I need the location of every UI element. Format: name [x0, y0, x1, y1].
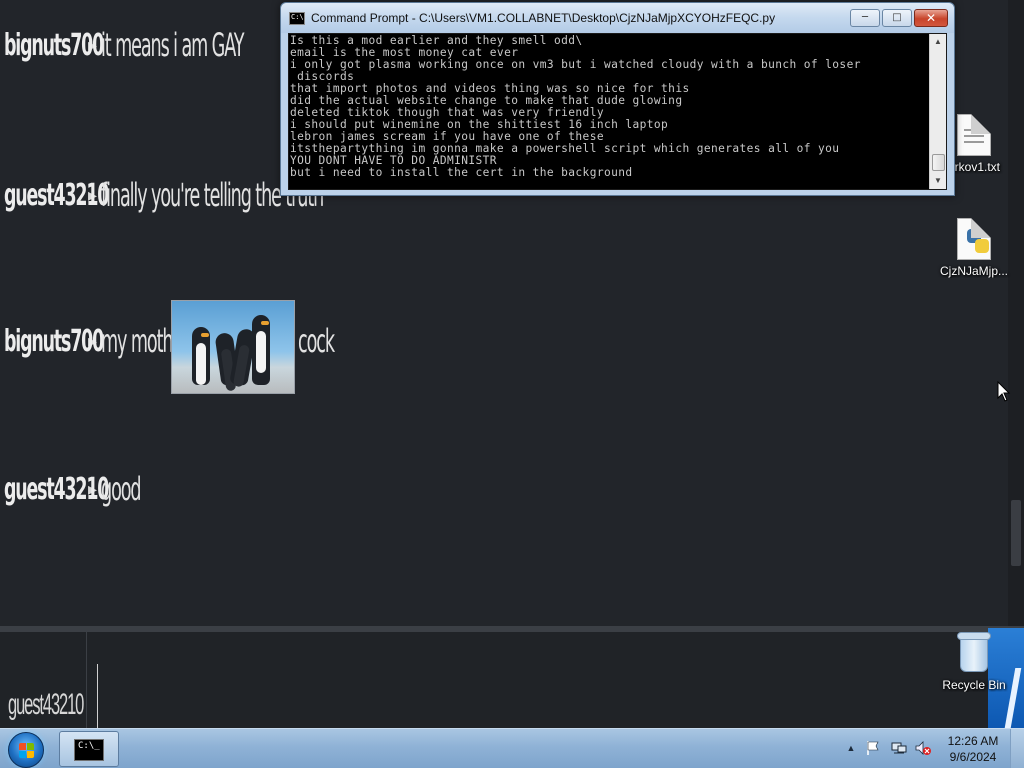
windows-logo-icon: [19, 743, 35, 759]
message-username: guest43210: [4, 177, 109, 213]
window-titlebar[interactable]: C:\ Command Prompt - C:\Users\VM1.COLLAB…: [281, 3, 954, 33]
command-prompt-icon: C:\: [289, 12, 305, 25]
maximize-button[interactable]: □: [882, 9, 912, 27]
chat-input-bar[interactable]: [0, 626, 1024, 730]
message-username: bignuts700: [4, 27, 104, 63]
console-lines: Is this a mod earlier and they smell odd…: [290, 35, 930, 179]
message-username: bignuts700: [4, 323, 104, 359]
message-username: guest43210: [4, 471, 109, 507]
message-text: good: [101, 470, 142, 508]
recycle-bin-icon: [957, 630, 991, 674]
text-caret: [97, 664, 98, 728]
input-username: guest43210: [8, 688, 84, 721]
console-scrollbar[interactable]: ▲ ▼: [929, 34, 946, 189]
chat-message-tail: cock: [298, 322, 363, 360]
volume-muted-icon[interactable]: [914, 740, 932, 756]
text-file-icon: [957, 114, 991, 156]
desktop-icon-python-file[interactable]: CjzNJaMjp...: [934, 218, 1014, 278]
minimize-button[interactable]: ─: [850, 9, 880, 27]
chat-scrollbar-thumb[interactable]: [1011, 500, 1021, 566]
message-text: cock: [298, 322, 335, 360]
python-file-icon: [957, 218, 991, 260]
chat-scrollbar[interactable]: [1008, 0, 1024, 626]
taskbar: C:\_ ▲ 12:26 AM 9/6/2024: [0, 728, 1024, 768]
console-output[interactable]: Is this a mod earlier and they smell odd…: [288, 33, 947, 190]
network-icon[interactable]: [890, 740, 908, 756]
clock-date: 9/6/2024: [949, 750, 997, 764]
action-center-flag-icon[interactable]: [864, 740, 882, 756]
desktop-icon-label: CjzNJaMjp...: [939, 264, 1008, 278]
message-text: it means i am GAY: [101, 26, 245, 64]
scroll-up-icon[interactable]: ▲: [930, 34, 946, 50]
close-button[interactable]: ✕: [914, 9, 948, 27]
desktop-icon-label: Recycle Bin: [942, 678, 1006, 692]
start-button[interactable]: [8, 732, 44, 768]
clock-time: 12:26 AM: [947, 734, 999, 748]
console-scrollbar-thumb[interactable]: [932, 154, 945, 171]
system-clock[interactable]: 12:26 AM 9/6/2024: [942, 733, 1004, 765]
desktop-icon-recycle-bin[interactable]: Recycle Bin: [934, 630, 1014, 692]
console-line: i only got plasma working once on vm3 bu…: [290, 58, 861, 71]
command-prompt-window[interactable]: C:\ Command Prompt - C:\Users\VM1.COLLAB…: [280, 2, 955, 196]
command-prompt-icon: C:\_: [74, 739, 104, 761]
window-title: Command Prompt - C:\Users\VM1.COLLABNET\…: [311, 11, 776, 25]
show-hidden-icons-chevron-icon[interactable]: ▲: [842, 740, 860, 756]
show-desktop-button[interactable]: [1010, 729, 1024, 768]
scroll-down-icon[interactable]: ▼: [930, 173, 946, 189]
chat-message: guest43210 ▸ good: [4, 470, 173, 508]
input-divider: [86, 632, 87, 730]
console-line: but i need to install the cert in the ba…: [290, 166, 633, 179]
penguins-image[interactable]: [171, 300, 295, 394]
taskbar-command-prompt[interactable]: C:\_: [59, 731, 119, 767]
